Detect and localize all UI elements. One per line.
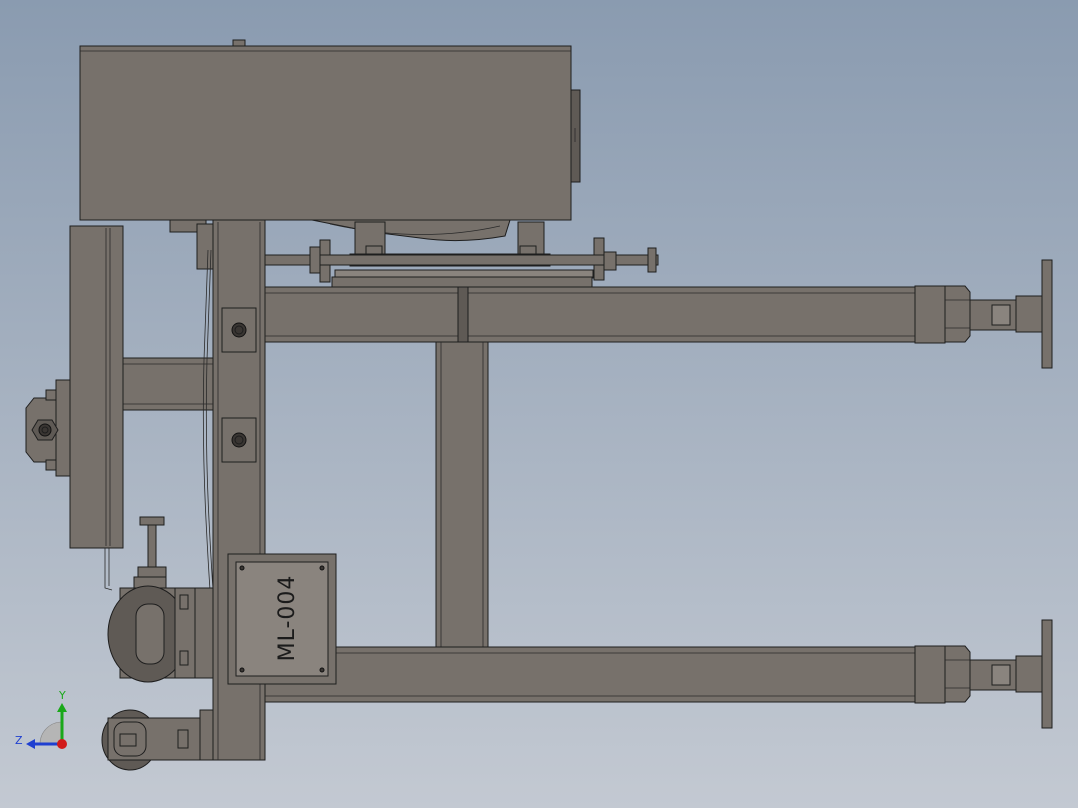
left-cross-arm (122, 357, 214, 411)
lower-beam (264, 646, 916, 703)
motor-housing (79, 39, 581, 221)
triad-x-origin (57, 739, 67, 749)
part-number-label: ML-004 (275, 575, 300, 662)
triad-y-label: Y (58, 689, 66, 702)
left-channel (69, 225, 124, 549)
cad-viewport[interactable]: ML-004 Y Z (0, 0, 1078, 808)
middle-strut (435, 341, 489, 649)
triad-z-label: Z (15, 734, 23, 747)
upper-beam (264, 286, 916, 343)
